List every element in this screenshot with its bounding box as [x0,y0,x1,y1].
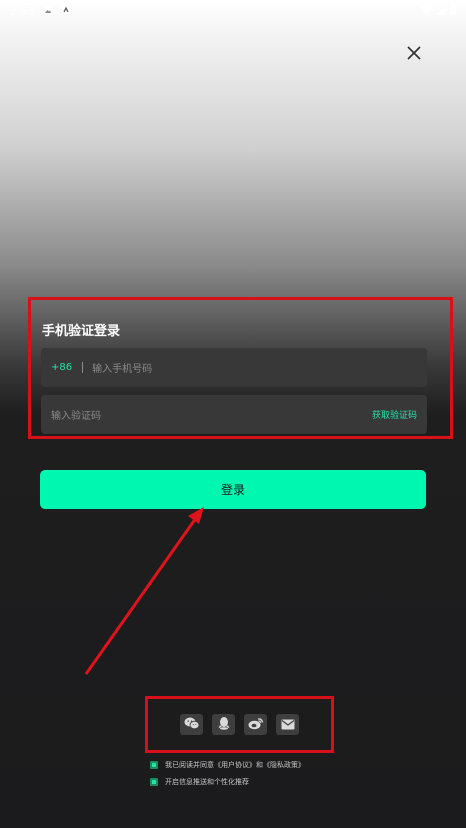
terms-agreement-row: 我已阅读并同意《用户协议》和《隐私政策》 [150,760,305,770]
weibo-login-button[interactable] [244,714,267,735]
checkbox-check [152,780,156,784]
terms-checkbox[interactable] [150,761,158,769]
terms-text[interactable]: 我已阅读并同意《用户协议》和《隐私政策》 [165,760,305,770]
qq-icon [218,715,230,734]
email-icon [281,715,295,734]
social-login-panel [145,696,334,753]
email-login-button[interactable] [276,714,299,735]
push-checkbox[interactable] [150,778,158,786]
checkbox-check [152,763,156,767]
push-text: 开启信息推送和个性化推荐 [165,778,249,786]
wechat-login-button[interactable] [180,714,203,735]
wechat-icon [184,715,200,734]
weibo-icon [248,715,264,734]
qq-login-button[interactable] [212,714,235,735]
push-agreement-row: 开启信息推送和个性化推荐 [150,777,249,787]
